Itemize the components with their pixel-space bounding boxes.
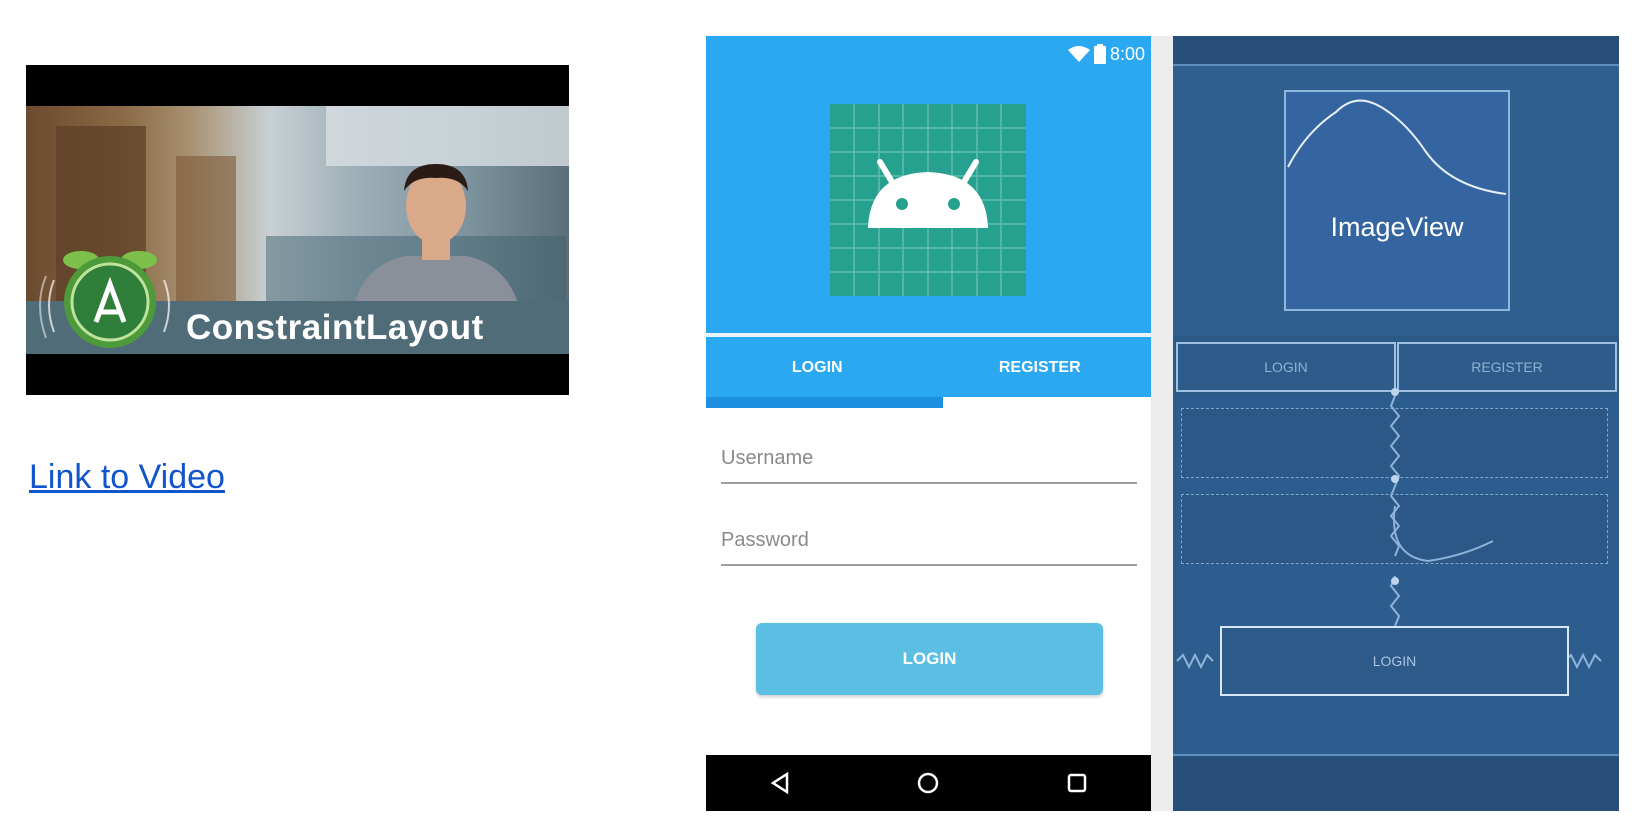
alarm-clock-logo	[39, 251, 170, 348]
blueprint-view: ImageView LOGIN REGISTER LOGIN	[1173, 36, 1619, 811]
video-thumbnail[interactable]: ConstraintLayout	[26, 65, 569, 395]
username-input[interactable]	[721, 438, 1137, 478]
tab-indicator	[706, 397, 943, 408]
battery-icon	[1093, 44, 1106, 64]
tab-bar: LOGIN REGISTER	[706, 337, 1151, 397]
password-field	[721, 520, 1137, 566]
thumbnail-caption: ConstraintLayout	[186, 308, 484, 347]
status-bar: 8:00	[1067, 43, 1145, 64]
back-icon[interactable]	[760, 763, 800, 803]
tab-register[interactable]: REGISTER	[929, 337, 1152, 397]
phone-screen: 8:00 LOGIN REGISTER LOGIN	[706, 36, 1151, 811]
status-time: 8:00	[1109, 43, 1145, 64]
wifi-icon	[1067, 46, 1090, 62]
recents-icon[interactable]	[1057, 763, 1097, 803]
username-field	[721, 438, 1137, 484]
login-button[interactable]: LOGIN	[756, 623, 1103, 695]
app-header: 8:00	[706, 36, 1151, 336]
panel-separator	[1151, 36, 1173, 811]
system-nav-bar	[706, 755, 1151, 811]
home-icon[interactable]	[908, 763, 948, 803]
password-input[interactable]	[721, 520, 1137, 560]
blueprint-nav-bar	[1173, 754, 1619, 811]
video-link[interactable]: Link to Video	[29, 458, 225, 497]
blueprint-login-button[interactable]: LOGIN	[1220, 626, 1569, 696]
android-app-icon	[830, 104, 1026, 296]
tab-login[interactable]: LOGIN	[706, 337, 929, 397]
